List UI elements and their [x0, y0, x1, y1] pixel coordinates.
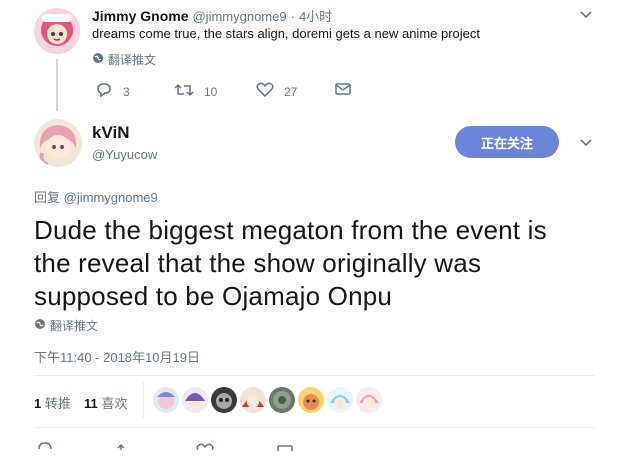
liker-avatar-8[interactable]	[356, 387, 382, 413]
retweet-icon-bottom[interactable]	[117, 437, 137, 455]
retweet-count: 10	[204, 84, 218, 99]
retweet-icon	[174, 82, 194, 101]
translate-label: 翻译推文	[50, 319, 99, 333]
like-stat-count: 11	[84, 396, 98, 411]
liker-avatar-6[interactable]	[298, 387, 324, 413]
tweet-text: Dude the biggest megaton from the event …	[34, 214, 604, 313]
heart-icon	[256, 82, 274, 101]
tweet-timestamp[interactable]: 下午11:40 - 2018年10月19日	[34, 347, 200, 366]
heart-icon-bottom[interactable]	[196, 437, 214, 455]
tweet-text-line-3: supposed to be Ojamajo Onpu	[34, 281, 393, 311]
tweet-translate-link[interactable]: 翻译推文	[34, 317, 98, 334]
reply-action[interactable]: 3	[95, 82, 130, 101]
retweet-action[interactable]: 10	[174, 82, 217, 101]
translate-label: 翻译推文	[108, 53, 157, 67]
liker-avatar-4[interactable]	[240, 387, 266, 413]
reply-icon	[95, 82, 113, 101]
parent-time[interactable]: 4小时	[299, 6, 332, 25]
tweet-text-line-1: Dude the biggest megaton from the event …	[34, 215, 547, 245]
parent-avatar[interactable]	[34, 8, 80, 54]
reply-icon-bottom[interactable]	[36, 437, 54, 455]
parent-more-icon[interactable]	[579, 8, 593, 22]
thread-line	[56, 59, 58, 111]
following-button[interactable]: 正在关注	[455, 126, 559, 158]
divider-bottom	[34, 427, 594, 428]
retweet-stat-count: 1	[34, 396, 42, 411]
parent-author-name[interactable]: Jimmy Gnome	[92, 8, 188, 24]
replying-to: 回复 @jimmygnome9	[34, 187, 158, 206]
envelope-icon-bottom[interactable]	[277, 438, 293, 456]
like-action[interactable]: 27	[256, 82, 297, 101]
author-name[interactable]: kViN	[92, 123, 130, 143]
author-avatar[interactable]	[34, 119, 82, 167]
parent-tweet-text: dreams come true, the stars align, dorem…	[92, 26, 481, 41]
envelope-icon	[335, 83, 351, 100]
liker-avatar-2[interactable]	[182, 387, 208, 413]
reply-count: 3	[123, 84, 130, 99]
tweet-more-icon[interactable]	[579, 136, 593, 150]
like-stats[interactable]: 11 喜欢	[84, 393, 127, 412]
reply-to-handle[interactable]: @jimmygnome9	[64, 190, 158, 205]
tweet-text-line-2: the reveal that the show originally was	[34, 248, 482, 278]
liker-avatar-5[interactable]	[269, 387, 295, 413]
separator: ·	[290, 9, 295, 24]
globe-icon	[92, 52, 104, 67]
liker-avatar-7[interactable]	[327, 387, 353, 413]
like-count: 27	[284, 84, 298, 99]
retweet-stat-label: 转推	[44, 396, 71, 411]
globe-icon	[34, 318, 46, 333]
parent-author-handle[interactable]: @jimmygnome9	[192, 9, 286, 24]
like-stat-label: 喜欢	[101, 396, 128, 411]
author-handle[interactable]: @Yuyucow	[92, 147, 157, 162]
message-action[interactable]	[335, 82, 351, 101]
retweet-stats[interactable]: 1 转推	[34, 393, 71, 412]
divider-top	[34, 375, 594, 376]
reply-prefix: 回复	[34, 190, 61, 205]
stats-separator	[143, 382, 144, 418]
liker-avatar-3[interactable]	[211, 387, 237, 413]
parent-translate-link[interactable]: 翻译推文	[92, 51, 156, 68]
liker-avatar-1[interactable]	[153, 387, 179, 413]
